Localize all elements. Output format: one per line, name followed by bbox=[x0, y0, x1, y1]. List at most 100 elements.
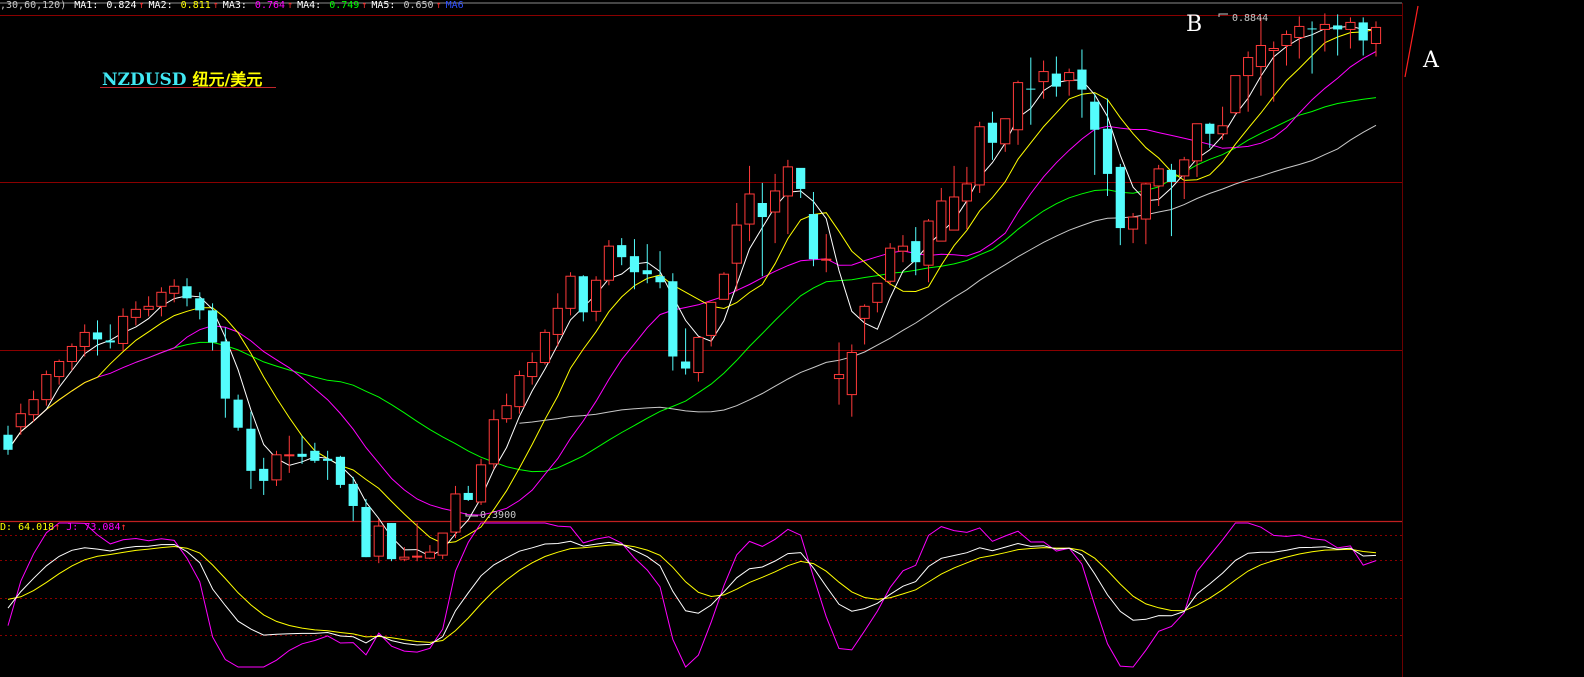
candle-body-up bbox=[501, 405, 512, 420]
candle-body-up bbox=[1294, 25, 1305, 38]
candle-body-down bbox=[92, 332, 103, 340]
candle-body-up bbox=[156, 291, 167, 307]
candle-body-up bbox=[1345, 21, 1356, 30]
candle-body-up bbox=[846, 351, 857, 396]
candle-body-down bbox=[463, 492, 473, 500]
candle-body-up bbox=[1153, 168, 1164, 187]
ma-item-1: MA1: 0.824 ↑ bbox=[74, 0, 146, 11]
candle-body-down bbox=[105, 340, 115, 343]
candle-body-down bbox=[668, 281, 678, 357]
candle-body-up bbox=[1012, 82, 1024, 131]
ma5-line bbox=[519, 124, 1377, 424]
candle-body-down bbox=[1077, 69, 1087, 90]
ma-label: MA4: bbox=[297, 0, 322, 11]
ma3-line bbox=[7, 51, 1377, 516]
candle-body-up bbox=[885, 247, 896, 282]
kdj-d-value: 64.018 bbox=[18, 522, 55, 533]
candle-body-up bbox=[782, 166, 793, 197]
candle-body-down bbox=[3, 434, 13, 450]
ma-value: 0.749 bbox=[329, 0, 360, 11]
candle-body-up bbox=[1268, 48, 1279, 52]
candle-body-down bbox=[757, 203, 767, 218]
candle-body-up bbox=[770, 190, 781, 213]
label-a: A bbox=[1423, 48, 1439, 73]
candle-body-down bbox=[361, 506, 371, 558]
candle-body-up bbox=[539, 331, 551, 364]
candle-body-up bbox=[1319, 23, 1330, 30]
ma-params: ,30,60,120) bbox=[0, 0, 67, 11]
kdj-k-line bbox=[7, 540, 1377, 646]
candle-body-down bbox=[1358, 22, 1368, 41]
ma-label: MA1: bbox=[74, 0, 99, 11]
candle-body-down bbox=[1090, 101, 1100, 130]
ma4-line bbox=[135, 97, 1377, 473]
candle-body-up bbox=[744, 193, 755, 225]
candle-body-up bbox=[54, 361, 65, 378]
label-b: B bbox=[1186, 12, 1203, 37]
candle-body-down bbox=[323, 458, 333, 461]
candle-body-up bbox=[948, 196, 960, 231]
candle-body-down bbox=[1205, 123, 1215, 134]
candle-body-up bbox=[693, 336, 704, 374]
candle-body-up bbox=[821, 258, 832, 261]
candle-body-up bbox=[117, 315, 129, 344]
ma-arrow: ↑ bbox=[435, 0, 442, 11]
candle-body-down bbox=[642, 270, 652, 275]
candle-body-up bbox=[437, 532, 448, 556]
trend-marker bbox=[1404, 5, 1419, 78]
candle-body-up bbox=[731, 224, 742, 264]
candle-body-down bbox=[808, 214, 819, 260]
candle-body-down bbox=[1051, 73, 1061, 87]
candle-body-down bbox=[246, 428, 256, 471]
ma-item-2: MA2: 0.811 ↑ bbox=[149, 0, 221, 11]
ma-arrow: ↑ bbox=[138, 0, 145, 11]
candle-body-down bbox=[655, 276, 665, 283]
candle-body-down bbox=[348, 483, 358, 506]
candle-body-up bbox=[961, 183, 972, 202]
ma-label: MA2: bbox=[148, 0, 173, 11]
candle-body-down bbox=[259, 468, 269, 481]
candle-body-up bbox=[41, 374, 52, 401]
candle-body-up bbox=[923, 220, 934, 266]
ma-arrow: ↑ bbox=[361, 0, 368, 11]
candle-body-down bbox=[1102, 128, 1113, 174]
candle-body-down bbox=[1307, 28, 1317, 30]
candle-body-down bbox=[310, 450, 320, 461]
candle-body-down bbox=[911, 241, 921, 263]
candle-body-up bbox=[1281, 33, 1292, 46]
candlestick-chart bbox=[0, 2, 1419, 677]
candle-body-up bbox=[1370, 26, 1382, 44]
candle-body-up bbox=[66, 345, 78, 363]
ma-item-3: MA3: 0.764 ↑ bbox=[223, 0, 295, 11]
candle-body-down bbox=[195, 298, 205, 311]
kdj-legend: D: 64.018↑ J: 73.084↑ bbox=[0, 522, 127, 534]
ma-value: 0.764 bbox=[254, 0, 286, 11]
candle-body-up bbox=[143, 305, 154, 310]
candle-body-down bbox=[1115, 166, 1125, 229]
candle-body-up bbox=[936, 200, 947, 242]
candle-body-down bbox=[987, 122, 998, 143]
ma-arrow: ↑ bbox=[287, 0, 294, 11]
kdj-d-arrow: ↑ bbox=[54, 522, 61, 533]
candle-body-down bbox=[578, 276, 588, 313]
candle-body-down bbox=[182, 286, 192, 299]
candle-body-up bbox=[1038, 71, 1049, 83]
ma-item-5: MA5: 0.650 ↑ bbox=[371, 0, 443, 11]
high-price-note: 0.8844 bbox=[1232, 13, 1269, 24]
candle-body-down bbox=[629, 256, 640, 273]
candle-body-up bbox=[450, 493, 461, 533]
ma-label: MA3: bbox=[222, 0, 247, 11]
candle-body-up bbox=[552, 307, 563, 335]
candle-body-up bbox=[284, 454, 295, 457]
candle-body-up bbox=[706, 301, 717, 336]
candle-body-up bbox=[1127, 216, 1139, 230]
ma-item-6: MA6 bbox=[446, 0, 470, 11]
title-underline bbox=[100, 87, 276, 88]
candle-body-up bbox=[591, 279, 602, 312]
candle-body-down bbox=[796, 167, 806, 189]
candle-body-down bbox=[386, 523, 397, 560]
candle-body-up bbox=[488, 419, 499, 465]
candle-body-up bbox=[1230, 75, 1241, 114]
ma1-line bbox=[7, 25, 1377, 557]
ma-arrow: ↑ bbox=[212, 0, 219, 11]
